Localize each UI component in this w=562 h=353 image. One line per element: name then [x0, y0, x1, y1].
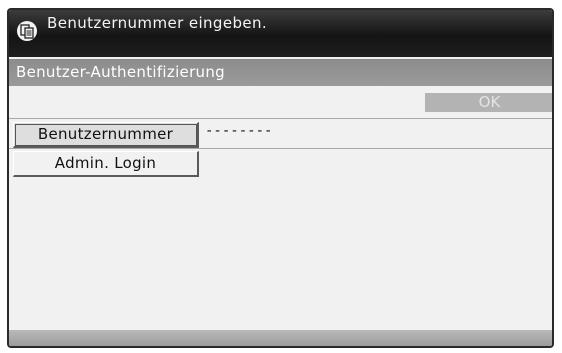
admin-login-button[interactable]: Admin. Login — [13, 151, 199, 177]
divider — [9, 118, 552, 119]
user-number-button[interactable]: Benutzernummer — [13, 122, 199, 148]
ok-button[interactable]: OK — [425, 93, 552, 112]
touch-panel-screen: Benutzernummer eingeben. Benutzer-Authen… — [7, 8, 554, 348]
bottom-status-bar — [9, 330, 552, 346]
message-text: Benutzernummer eingeben. — [47, 14, 268, 32]
divider — [9, 148, 552, 149]
screen-title: Benutzer-Authentifizierung — [16, 63, 225, 81]
user-number-field[interactable]: -------- — [205, 123, 272, 139]
copy-icon — [17, 21, 37, 41]
message-bar: Benutzernummer eingeben. — [9, 10, 552, 57]
screen-title-bar: Benutzer-Authentifizierung — [9, 59, 552, 86]
